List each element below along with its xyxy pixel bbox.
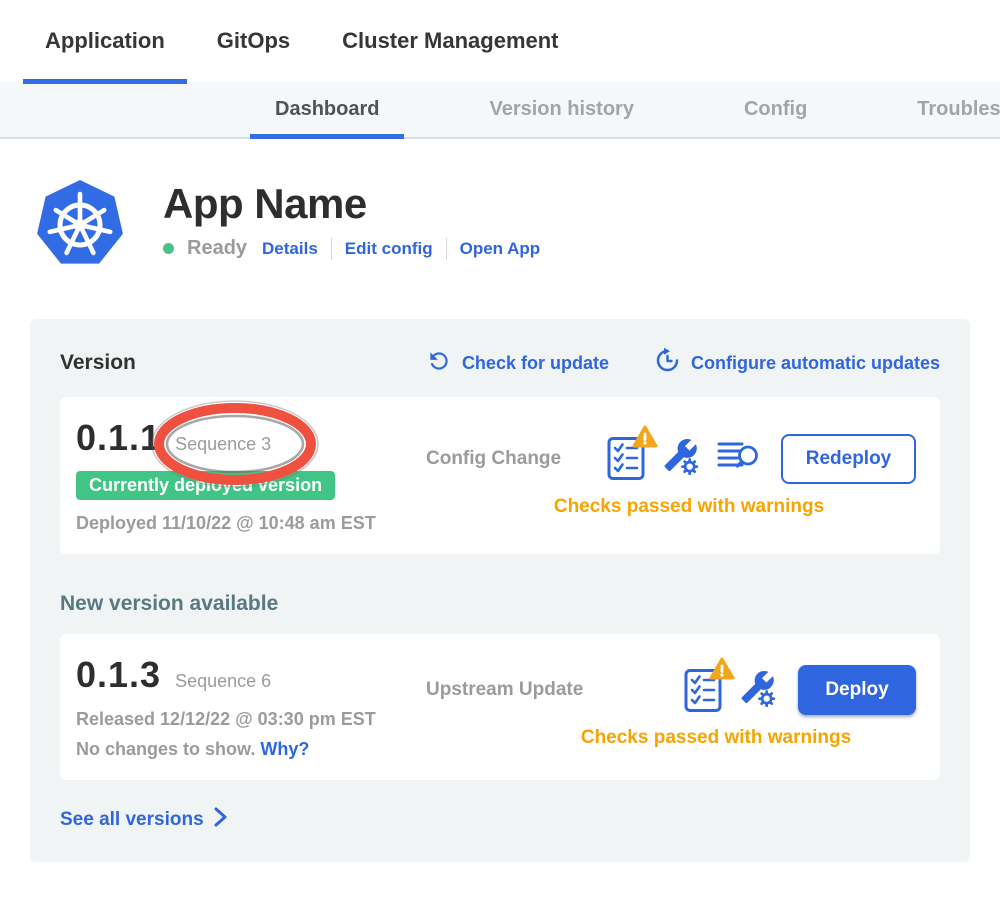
top-nav-item-gitops[interactable]: GitOps (195, 0, 312, 82)
divider (331, 238, 332, 260)
version-panel-title: Version (60, 351, 136, 375)
deployed-timestamp: Deployed 11/10/22 @ 10:48 am EST (76, 513, 406, 534)
current-version-card: 0.1.1 Sequence 3 Currently deployed vers… (60, 397, 940, 554)
top-nav-item-cluster-management[interactable]: Cluster Management (320, 0, 580, 82)
status-row: Ready Details Edit config Open App (163, 237, 540, 260)
top-nav: Application GitOps Cluster Management (0, 0, 1000, 82)
available-version-line: 0.1.3 Sequence 6 (76, 654, 406, 696)
chevron-right-icon (214, 806, 228, 834)
configure-automatic-updates-link[interactable]: Configure automatic updates (654, 347, 940, 379)
current-version-line: 0.1.1 Sequence 3 (76, 417, 406, 459)
tab-config[interactable]: Config (719, 82, 832, 137)
current-version-type: Config Change (426, 448, 561, 470)
available-version-sequence: Sequence 6 (175, 671, 271, 692)
available-version-info: 0.1.3 Sequence 6 Released 12/12/22 @ 03:… (76, 654, 406, 760)
preflight-checks-icon[interactable] (684, 668, 722, 713)
preflight-checks-icon[interactable] (607, 436, 645, 481)
version-panel-header: Version Check for update (60, 347, 940, 379)
view-files-diff-icon[interactable] (717, 439, 759, 478)
check-for-update-link[interactable]: Check for update (426, 347, 609, 379)
current-version-sequence: Sequence 3 (175, 434, 271, 455)
page-title: App Name (163, 181, 540, 227)
tab-version-history[interactable]: Version history (464, 82, 659, 137)
tab-dashboard[interactable]: Dashboard (250, 82, 404, 137)
released-timestamp: Released 12/12/22 @ 03:30 pm EST (76, 709, 406, 730)
configure-automatic-updates-label: Configure automatic updates (691, 353, 940, 374)
current-version-icons (607, 436, 759, 481)
refresh-icon (426, 348, 452, 379)
status-badge: Ready (187, 237, 247, 260)
see-all-versions-label: See all versions (60, 809, 204, 831)
config-tools-icon[interactable] (663, 437, 699, 480)
new-version-available-heading: New version available (60, 592, 940, 616)
see-all-versions-link[interactable]: See all versions (60, 806, 228, 834)
available-version-type: Upstream Update (426, 679, 583, 701)
why-link[interactable]: Why? (260, 739, 309, 759)
available-version-number: 0.1.3 (76, 654, 161, 696)
available-version-checks-status: Checks passed with warnings (406, 727, 916, 749)
open-app-link[interactable]: Open App (460, 239, 541, 259)
current-sequence-label: Sequence 3 (175, 434, 271, 454)
config-tools-icon[interactable] (740, 669, 776, 712)
auto-update-icon (654, 347, 681, 379)
available-version-card: 0.1.3 Sequence 6 Released 12/12/22 @ 03:… (60, 634, 940, 780)
app-header-text: App Name Ready Details Edit config Open … (163, 179, 540, 269)
app-header: App Name Ready Details Edit config Open … (35, 179, 1000, 269)
current-version-info: 0.1.1 Sequence 3 Currently deployed vers… (76, 417, 406, 534)
redeploy-button[interactable]: Redeploy (781, 434, 916, 484)
deploy-button[interactable]: Deploy (798, 665, 916, 715)
no-changes-text: No changes to show. (76, 739, 255, 759)
tab-troubleshoot[interactable]: Troubleshoot (892, 82, 1000, 137)
top-nav-item-application[interactable]: Application (23, 0, 187, 82)
current-version-checks-status: Checks passed with warnings (406, 496, 916, 518)
page: Application GitOps Cluster Management Da… (0, 0, 1000, 898)
current-version-number: 0.1.1 (76, 417, 161, 459)
check-for-update-label: Check for update (462, 353, 609, 374)
warning-triangle-icon (709, 657, 735, 685)
sub-nav: Dashboard Version history Config Trouble… (0, 82, 1000, 139)
available-version-actions: Upstream Update (406, 665, 916, 749)
edit-config-link[interactable]: Edit config (345, 239, 433, 259)
kubernetes-logo-icon (35, 179, 125, 269)
details-link[interactable]: Details (262, 239, 318, 259)
available-version-icons (684, 668, 776, 713)
version-panel-actions: Check for update Configure automatic upd… (426, 347, 940, 379)
divider (446, 238, 447, 260)
current-version-actions: Config Change (406, 434, 916, 518)
currently-deployed-badge: Currently deployed version (76, 471, 335, 500)
warning-triangle-icon (632, 425, 658, 453)
no-changes-line: No changes to show. Why? (76, 739, 406, 760)
ready-status-dot-icon (163, 243, 174, 254)
version-panel: Version Check for update (30, 319, 970, 862)
